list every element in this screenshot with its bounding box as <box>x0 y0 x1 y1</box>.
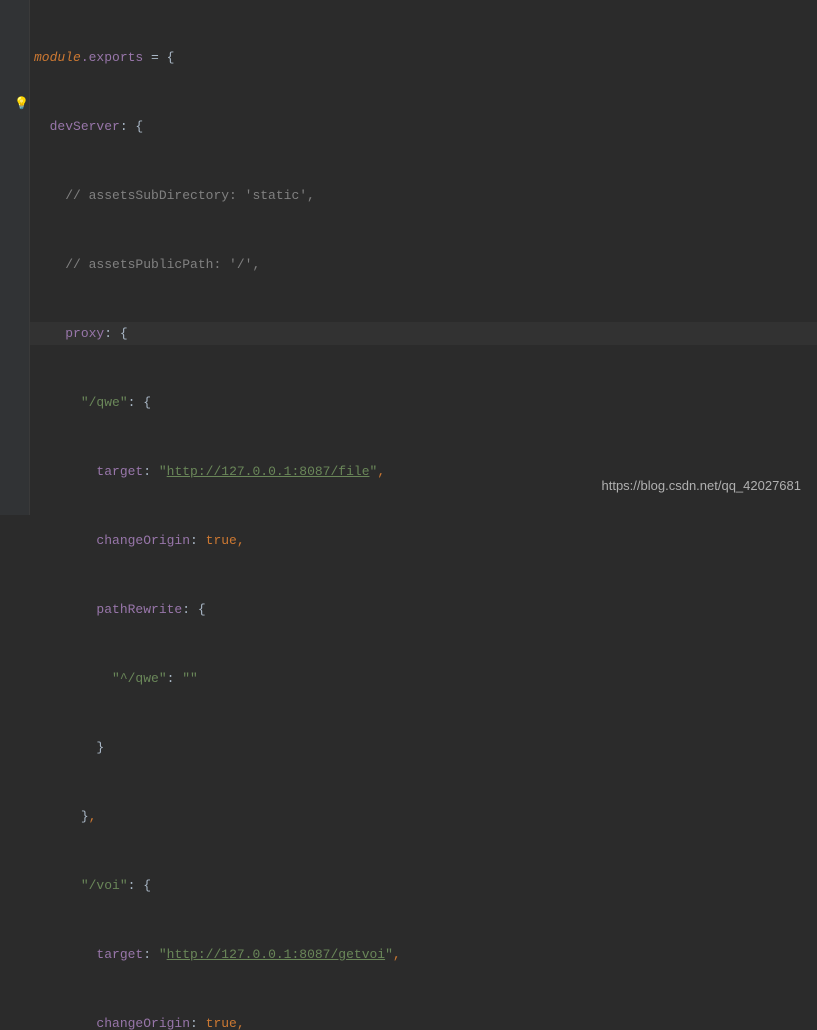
comma: , <box>393 947 401 962</box>
prop-exports: .exports <box>81 50 143 65</box>
code-line: pathRewrite: { <box>30 598 817 621</box>
code-editor[interactable]: 💡 module.exports = { devServer: { // ass… <box>0 0 817 515</box>
string-empty: "" <box>182 671 198 686</box>
code-line: changeOrigin: true, <box>30 529 817 552</box>
comment: // assetsPublicPath: '/', <box>65 257 260 272</box>
code-line: // assetsPublicPath: '/', <box>30 253 817 276</box>
colon-brace: : { <box>128 878 151 893</box>
editor-gutter: 💡 <box>0 0 30 515</box>
colon: : <box>190 533 206 548</box>
code-line-caret: proxy: { <box>30 322 817 345</box>
code-line: // assetsSubDirectory: 'static', <box>30 184 817 207</box>
bool-true: true, <box>206 1016 245 1030</box>
colon-brace: : { <box>128 395 151 410</box>
close-brace: } <box>81 809 89 824</box>
code-area[interactable]: module.exports = { devServer: { // asset… <box>30 0 817 515</box>
prop-pathrewrite: pathRewrite <box>96 602 182 617</box>
code-line: "/qwe": { <box>30 391 817 414</box>
comma: , <box>89 809 97 824</box>
quote-open: " <box>159 947 167 962</box>
watermark-text: https://blog.csdn.net/qq_42027681 <box>602 474 802 497</box>
colon-brace: : { <box>182 602 205 617</box>
comma: , <box>377 464 385 479</box>
close-brace: } <box>96 740 104 755</box>
eq-brace: = { <box>143 50 174 65</box>
prop-target: target <box>96 947 143 962</box>
quote-close: " <box>385 947 393 962</box>
colon-brace: : { <box>120 119 143 134</box>
bool-true: true, <box>206 533 245 548</box>
code-line: "/voi": { <box>30 874 817 897</box>
string-key: "/qwe" <box>81 395 128 410</box>
code-line: "^/qwe": "" <box>30 667 817 690</box>
string-key: "^/qwe" <box>112 671 167 686</box>
colon-brace: : { <box>104 326 127 341</box>
quote-open: " <box>159 464 167 479</box>
comment: // assetsSubDirectory: 'static', <box>65 188 315 203</box>
colon: : <box>143 947 159 962</box>
colon: : <box>143 464 159 479</box>
string-key: "/voi" <box>81 878 128 893</box>
code-line: changeOrigin: true, <box>30 1012 817 1030</box>
prop-changeorigin: changeOrigin <box>96 1016 190 1030</box>
code-line: } <box>30 736 817 759</box>
url-link[interactable]: http://127.0.0.1:8087/file <box>167 464 370 479</box>
colon: : <box>167 671 183 686</box>
code-line: devServer: { <box>30 115 817 138</box>
code-line: target: "http://127.0.0.1:8087/getvoi", <box>30 943 817 966</box>
colon: : <box>190 1016 206 1030</box>
url-link[interactable]: http://127.0.0.1:8087/getvoi <box>167 947 385 962</box>
prop-proxy: proxy <box>65 326 104 341</box>
keyword-module: module <box>34 50 81 65</box>
code-line: module.exports = { <box>30 46 817 69</box>
prop-target: target <box>96 464 143 479</box>
prop-changeorigin: changeOrigin <box>96 533 190 548</box>
lightbulb-icon[interactable]: 💡 <box>14 93 29 116</box>
prop-devserver: devServer <box>50 119 120 134</box>
code-line: }, <box>30 805 817 828</box>
